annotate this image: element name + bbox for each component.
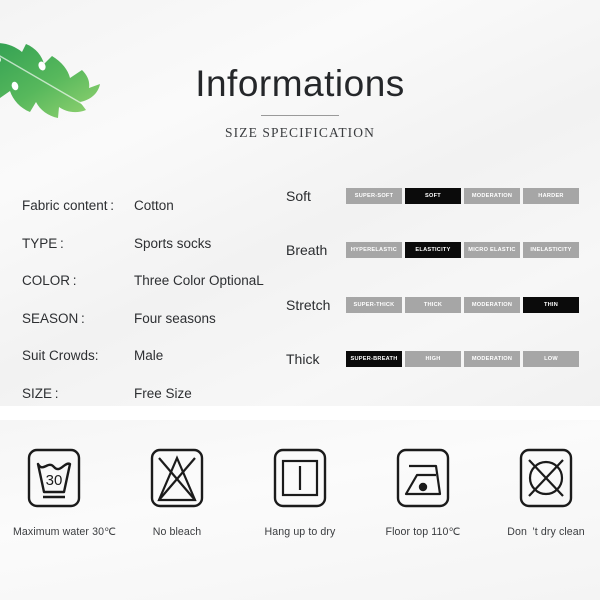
rating-chip-active[interactable]: ELASTICITY (405, 242, 461, 258)
rating-chip[interactable]: MODERATION (464, 296, 520, 313)
rating-chip[interactable]: INELASTICITY (523, 242, 579, 258)
page-heading: Informations SIZE SPECIFICATION (0, 62, 600, 141)
spec-key: SEASON : (22, 310, 85, 326)
rating-chip[interactable]: SUPER-SOFT (346, 187, 402, 204)
rating-row-thick: Thick SUPER-BREATH HIGH MODERATION LOW (286, 346, 586, 373)
list-item: TYPE : Sports socks (22, 236, 272, 261)
rating-chip[interactable]: LOW (523, 351, 579, 367)
rating-label: Thick (286, 351, 320, 367)
spec-value: Three Color OptionaL (134, 273, 264, 288)
rating-chip-active[interactable]: THIN (523, 296, 579, 313)
spec-value: Male (134, 348, 164, 363)
care-item-iron: Floor top 110℃ (382, 447, 464, 538)
iron-one-dot-icon (396, 448, 450, 508)
wash-tub-30-icon: 30 (27, 448, 81, 508)
spec-key: COLOR : (22, 273, 77, 288)
care-item-bleach: No bleach (136, 447, 218, 538)
title-divider (261, 115, 339, 116)
hang-up-to-dry-icon (273, 448, 327, 508)
information-panel: Informations SIZE SPECIFICATION Fabric c… (0, 0, 600, 406)
rating-label: Stretch (286, 296, 331, 313)
care-caption: Floor top 110℃ (385, 526, 461, 538)
rating-chip[interactable]: SUPER-THICK (346, 296, 402, 313)
rating-chip[interactable]: HYPERELASTIC (346, 242, 402, 258)
rating-row-stretch: Stretch SUPER-THICK THICK MODERATION THI… (286, 291, 586, 318)
rating-chip[interactable]: HIGH (405, 351, 461, 367)
care-caption: Maximum water 30℃ (13, 526, 117, 538)
care-item-dry-clean: Don ’t dry clean (505, 447, 587, 538)
no-bleach-icon (150, 448, 204, 508)
list-item: Suit Crowds: Male (22, 348, 272, 373)
care-caption: Hang up to dry (264, 526, 336, 538)
list-item: COLOR : Three Color OptionaL (22, 273, 272, 298)
list-item: Fabric content : Cotton (22, 198, 272, 223)
rating-row-soft: Soft SUPER-SOFT SOFT MODERATION HARDER (286, 182, 586, 209)
care-caption: Don ’t dry clean (507, 526, 585, 538)
do-not-dry-clean-icon (519, 448, 573, 508)
rating-scale-group: Soft SUPER-SOFT SOFT MODERATION HARDER B… (286, 182, 586, 400)
care-icon-row: 30 Maximum water 30℃ No bleach Hang up t… (0, 420, 600, 538)
spec-key: TYPE : (22, 235, 64, 251)
rating-row-breath: Breath HYPERELASTIC ELASTICITY MICRO ELA… (286, 237, 586, 264)
spec-value: Sports socks (134, 235, 212, 251)
spec-value: Free Size (134, 385, 192, 401)
rating-chips: SUPER-SOFT SOFT MODERATION HARDER (346, 187, 579, 204)
rating-chip[interactable]: MODERATION (464, 351, 520, 367)
spec-key: Fabric content : (22, 198, 114, 213)
rating-chip-active[interactable]: SOFT (405, 187, 461, 204)
rating-chip[interactable]: THICK (405, 296, 461, 313)
care-instructions-panel: 30 Maximum water 30℃ No bleach Hang up t… (0, 420, 600, 600)
rating-chips: SUPER-BREATH HIGH MODERATION LOW (346, 351, 579, 367)
spec-key: SIZE : (22, 385, 59, 401)
list-item: SEASON : Four seasons (22, 311, 272, 336)
wash-temperature-value: 30 (46, 472, 63, 489)
spec-key: Suit Crowds: (22, 348, 99, 363)
page-subtitle: SIZE SPECIFICATION (225, 125, 375, 140)
rating-chips: HYPERELASTIC ELASTICITY MICRO ELASTIC IN… (346, 242, 579, 258)
list-item: SIZE : Free Size (22, 386, 272, 407)
care-item-wash: 30 Maximum water 30℃ (13, 447, 117, 538)
specification-list: Fabric content : Cotton TYPE : Sports so… (22, 198, 272, 406)
care-caption: No bleach (152, 526, 202, 538)
spec-value: Four seasons (134, 310, 216, 326)
page-title: Informations (195, 63, 405, 104)
rating-chip-active[interactable]: SUPER-BREATH (346, 351, 402, 367)
spec-value: Cotton (134, 198, 174, 213)
rating-label: Soft (286, 187, 311, 204)
rating-chip[interactable]: MICRO ELASTIC (464, 242, 520, 258)
product-info-page: Informations SIZE SPECIFICATION Fabric c… (0, 0, 600, 600)
care-item-dry: Hang up to dry (259, 447, 341, 538)
rating-label: Breath (286, 242, 328, 258)
rating-chips: SUPER-THICK THICK MODERATION THIN (346, 296, 579, 313)
rating-chip[interactable]: HARDER (523, 187, 579, 204)
rating-chip[interactable]: MODERATION (464, 187, 520, 204)
